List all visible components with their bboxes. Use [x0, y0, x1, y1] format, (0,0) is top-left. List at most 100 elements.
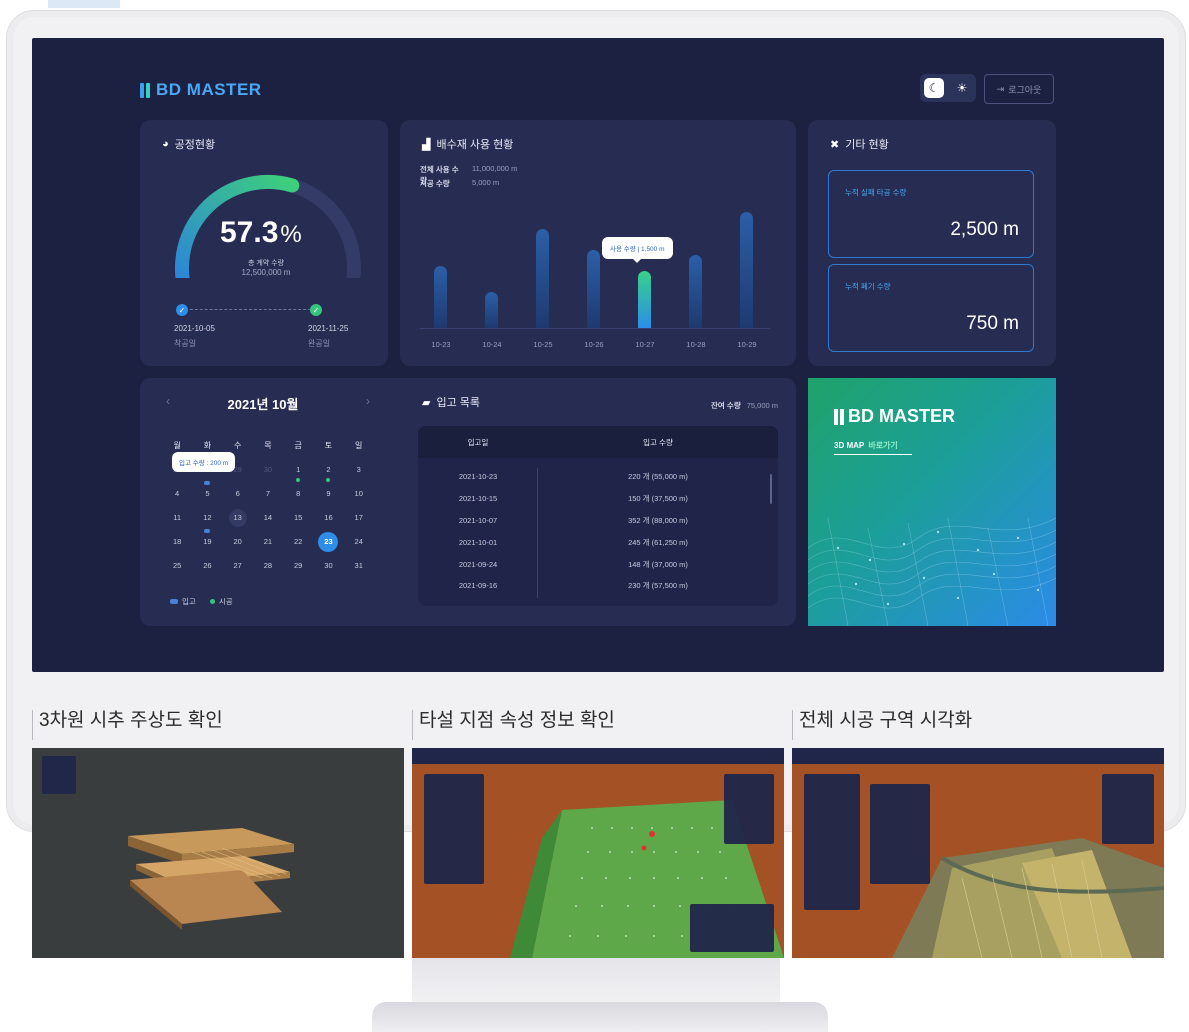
- table-scrollbar[interactable]: [770, 474, 772, 504]
- calendar-day[interactable]: 9: [313, 482, 343, 506]
- row-date: 2021-09-16: [458, 581, 498, 591]
- calendar-day[interactable]: 10: [344, 482, 374, 506]
- table-row[interactable]: 2021-10-23 220 개 (55,000 m): [418, 466, 778, 488]
- calendar-day[interactable]: 18: [162, 530, 192, 554]
- table-row[interactable]: 2021-09-24 148 개 (37,000 m): [418, 553, 778, 575]
- table-header: 입고일 입고 수량: [418, 426, 778, 458]
- table-row[interactable]: 2021-10-01 245 개 (61,250 m): [418, 531, 778, 553]
- pie-chart-icon: ◕: [162, 138, 169, 150]
- calendar-week: 18 19 20 21 22 23 24: [162, 529, 374, 554]
- table-row[interactable]: 2021-10-07 352 개 (88,000 m): [418, 510, 778, 532]
- info-panel-left: [804, 774, 860, 910]
- calendar-day[interactable]: 30: [253, 458, 283, 482]
- disposal-label: 누적 폐기 수량: [845, 282, 891, 291]
- preview-full-area: [792, 748, 1164, 958]
- timeline-line: [180, 309, 316, 310]
- brand-name: BD MASTER: [156, 80, 262, 99]
- calendar-day[interactable]: 6: [223, 482, 253, 506]
- moon-icon[interactable]: ☾: [924, 78, 944, 98]
- calendar-day[interactable]: 11: [162, 506, 192, 530]
- calendar-day[interactable]: 30: [313, 554, 343, 578]
- calendar-week: 4 5 6 7 8 9 10: [162, 481, 374, 506]
- table-row[interactable]: 2021-10-15 150 개 (37,500 m): [418, 488, 778, 510]
- bar-10-29[interactable]: [740, 211, 753, 328]
- 3d-map-promo[interactable]: BD MASTER 3D MAP 바로가기: [808, 378, 1056, 626]
- preview-title-1: 3차원 시추 주상도 확인: [32, 710, 223, 740]
- calendar-day[interactable]: 21: [253, 530, 283, 554]
- calendar-day[interactable]: 24: [344, 530, 374, 554]
- row-date: 2021-10-23: [458, 472, 498, 482]
- calendar-day[interactable]: 5: [192, 481, 222, 506]
- row-date: 2021-09-24: [458, 559, 498, 569]
- calendar-day[interactable]: 3: [344, 458, 374, 482]
- theme-toggle[interactable]: ☾ ☀: [920, 74, 976, 102]
- x-tick-label: 10-28: [686, 340, 706, 349]
- next-month-icon[interactable]: ›: [366, 394, 370, 408]
- row-qty: 352 개 (88,000 m): [628, 515, 688, 525]
- info-panel-right: [724, 774, 774, 844]
- calendar-day[interactable]: 25: [162, 554, 192, 578]
- link-suffix: 바로가기: [868, 441, 898, 450]
- check-icon-start: ✓: [176, 304, 188, 316]
- bar-10-28[interactable]: [689, 255, 702, 328]
- failed-boring-label: 누적 실패 타공 수량: [845, 188, 907, 197]
- calendar-day[interactable]: 15: [283, 506, 313, 530]
- calendar-day[interactable]: 20: [223, 530, 253, 554]
- brand-logo[interactable]: BD MASTER: [140, 80, 262, 100]
- calendar-day[interactable]: 16: [313, 506, 343, 530]
- remaining-value: 75,000 m: [746, 401, 778, 410]
- row-qty: 245 개 (61,250 m): [628, 537, 688, 547]
- calendar-day[interactable]: 26: [192, 554, 222, 578]
- calendar-day[interactable]: 7: [253, 482, 283, 506]
- 3d-map-link[interactable]: 3D MAP 바로가기: [834, 440, 898, 451]
- calendar-legend: 입고 시공: [170, 596, 233, 607]
- logout-icon: ⇥: [996, 83, 1005, 94]
- table-row[interactable]: 2021-09-16 230 개 (57,500 m): [418, 575, 778, 597]
- logo-mark-icon: [834, 408, 844, 425]
- bar-10-27[interactable]: [638, 270, 651, 328]
- link-prefix: 3D MAP: [834, 441, 865, 450]
- row-date: 2021-10-07: [458, 515, 498, 525]
- process-title: ◕ 공정현황: [162, 136, 215, 152]
- dot-icon: [209, 599, 215, 604]
- calendar-day[interactable]: 28: [253, 554, 283, 578]
- dashboard-screen: BD MASTER ☾ ☀ ⇥ 로그아웃 ◕ 공정현황 57.3% 총 계약 수…: [32, 38, 1164, 672]
- incoming-list-card: ▰ 입고 목록 잔여 수량 75,000 m 입고일 입고 수량 2021-10-…: [400, 378, 796, 626]
- bar-10-24[interactable]: [485, 291, 498, 328]
- end-label: 완공일: [308, 339, 331, 348]
- corner-tab: [48, 0, 120, 8]
- calendar-card: ‹ 2021년 10월 › 월화수목금토일2728293012345678910…: [140, 378, 400, 626]
- calendar-day[interactable]: 12: [192, 506, 222, 530]
- calendar-day[interactable]: 8: [283, 482, 313, 506]
- info-panel-left: [424, 774, 484, 884]
- calendar-day[interactable]: 4: [162, 482, 192, 506]
- calendar-day[interactable]: 13: [223, 506, 253, 530]
- incoming-table: 입고일 입고 수량 2021-10-23 220 개 (55,000 m) 2021…: [418, 426, 778, 606]
- monitor-base: [372, 1002, 828, 1032]
- preview-title-2: 타설 지점 속성 정보 확인: [412, 710, 615, 740]
- calendar-day[interactable]: 1: [283, 458, 313, 482]
- construct-label: 시공 수량: [420, 179, 450, 188]
- row-qty: 230 개 (57,500 m): [628, 581, 688, 591]
- x-tick-label: 10-24: [482, 340, 502, 349]
- x-tick-label: 10-27: [635, 340, 655, 349]
- process-title-text: 공정현황: [174, 139, 216, 151]
- calendar-day[interactable]: 2: [313, 458, 343, 482]
- table-body[interactable]: 2021-10-23 220 개 (55,000 m) 2021-10-15 150 …: [418, 458, 778, 598]
- calendar-day[interactable]: 19: [192, 529, 222, 554]
- calendar-day[interactable]: 14: [253, 506, 283, 530]
- bar-10-23[interactable]: [434, 266, 447, 328]
- legend-incoming: 입고: [170, 596, 196, 607]
- calendar-day[interactable]: 22: [283, 530, 313, 554]
- calendar-day[interactable]: 27: [223, 554, 253, 578]
- logout-button[interactable]: ⇥ 로그아웃: [984, 74, 1054, 104]
- weekday-label: 금: [294, 441, 302, 450]
- calendar-day[interactable]: 23: [313, 530, 343, 554]
- weekday-label: 목: [264, 441, 272, 450]
- calendar-day[interactable]: 29: [283, 554, 313, 578]
- calendar-day[interactable]: 17: [344, 506, 374, 530]
- sun-icon[interactable]: ☀: [952, 78, 972, 98]
- calendar-day[interactable]: 31: [344, 554, 374, 578]
- bar-10-25[interactable]: [536, 228, 549, 328]
- bar-10-26[interactable]: [587, 249, 600, 328]
